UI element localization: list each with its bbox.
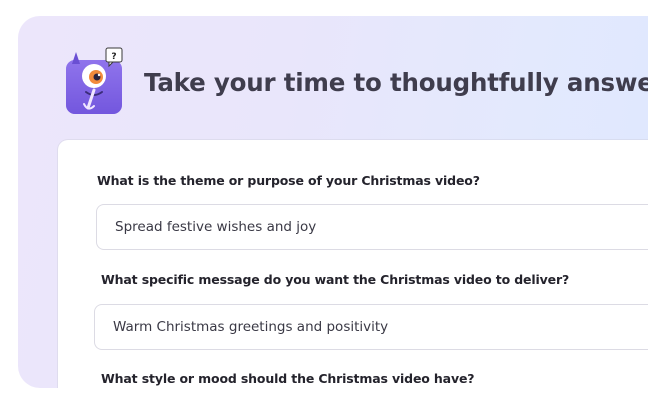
panel-header: ? Take your time to thoughtfully answer … — [18, 16, 648, 146]
monster-mascot-icon: ? — [64, 46, 126, 116]
question-theme-label: What is the theme or purpose of your Chr… — [97, 173, 480, 188]
page-title: Take your time to thoughtfully answer th — [144, 68, 648, 97]
message-answer-input[interactable]: Warm Christmas greetings and positivity — [94, 304, 648, 350]
mascot-badge-text: ? — [111, 52, 116, 62]
question-message-label: What specific message do you want the Ch… — [101, 272, 570, 287]
theme-answer-input[interactable]: Spread festive wishes and joy — [96, 204, 648, 250]
questions-card: What is the theme or purpose of your Chr… — [58, 140, 648, 388]
questionnaire-panel: ? Take your time to thoughtfully answer … — [18, 16, 648, 388]
question-style-label: What style or mood should the Christmas … — [101, 371, 475, 386]
